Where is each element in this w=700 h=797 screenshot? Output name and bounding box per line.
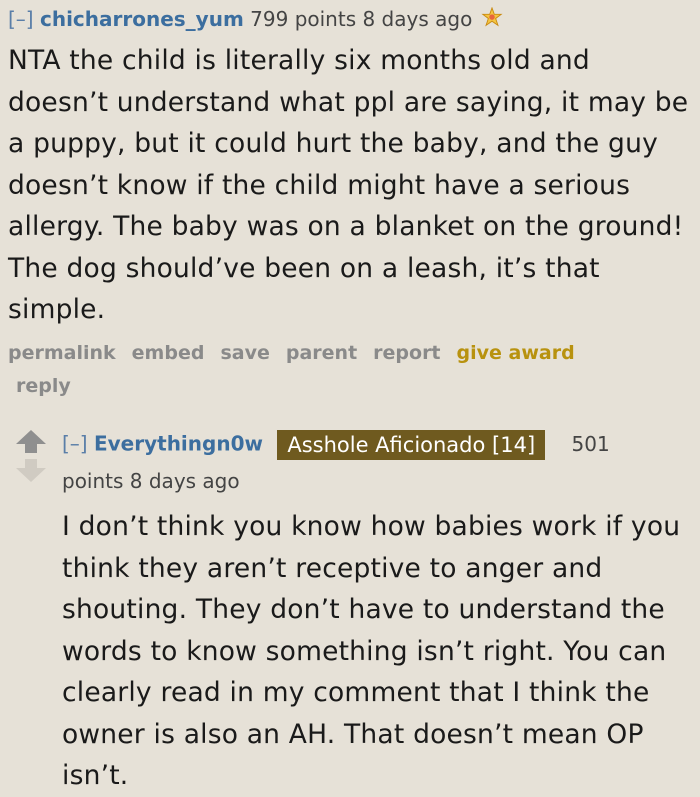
comment-1: [–] chicharrones_yum 799 points 8 days a… bbox=[8, 6, 698, 403]
comment-body: I don’t think you know how babies work i… bbox=[62, 511, 681, 791]
vote-arrows bbox=[14, 430, 50, 482]
score-and-time: points 8 days ago bbox=[62, 469, 240, 493]
reply-link[interactable]: reply bbox=[16, 375, 71, 397]
embed-link[interactable]: embed bbox=[132, 342, 205, 364]
user-flair: Asshole Aficionado [14] bbox=[277, 430, 546, 460]
score-and-time: 799 points 8 days ago bbox=[250, 7, 473, 31]
collapse-toggle[interactable]: [–] bbox=[8, 7, 34, 31]
comment-tagline: [–] Everythingn0w Asshole Aficionado [14… bbox=[62, 430, 692, 460]
author-link[interactable]: Everythingn0w bbox=[94, 432, 263, 456]
save-link[interactable]: save bbox=[220, 342, 269, 364]
collapse-toggle[interactable]: [–] bbox=[62, 432, 88, 456]
comment-tagline: [–] chicharrones_yum 799 points 8 days a… bbox=[8, 6, 698, 32]
score: 501 bbox=[571, 431, 610, 456]
report-link[interactable]: report bbox=[373, 342, 440, 364]
award-icon bbox=[481, 7, 503, 27]
comment-body: NTA the child is literally six months ol… bbox=[8, 45, 689, 325]
comment-buttons: permalink embed save parent report give award… bbox=[8, 337, 698, 403]
author-link[interactable]: chicharrones_yum bbox=[40, 7, 244, 31]
parent-link[interactable]: parent bbox=[286, 342, 357, 364]
downvote-arrow-icon[interactable] bbox=[14, 459, 50, 482]
give-award-link[interactable]: give award bbox=[457, 342, 575, 364]
permalink-link[interactable]: permalink bbox=[8, 342, 116, 364]
upvote-arrow-icon[interactable] bbox=[14, 430, 50, 453]
